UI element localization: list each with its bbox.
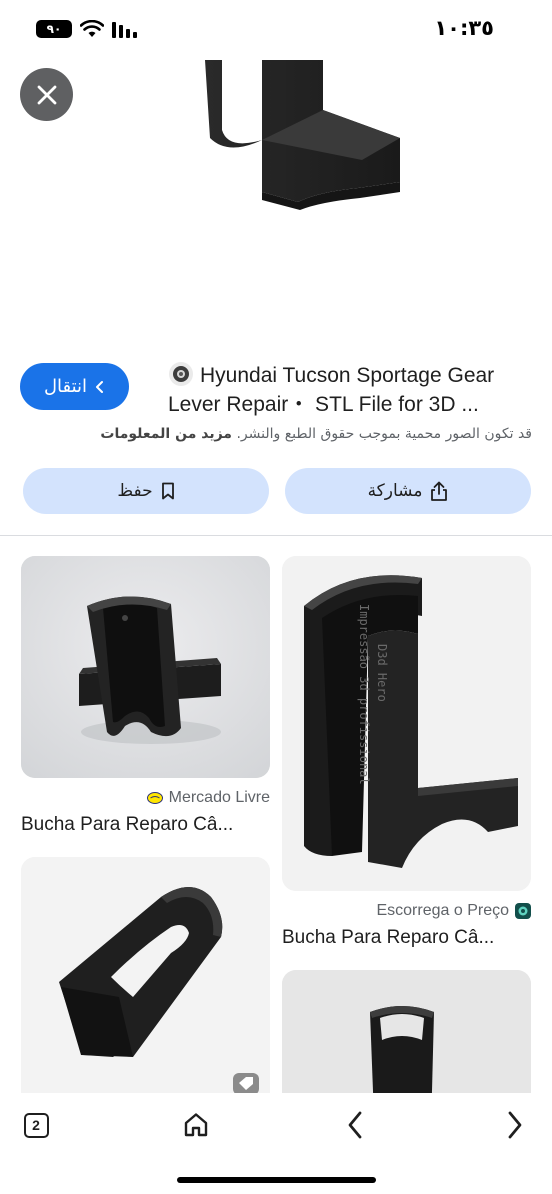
escorrega-o-preco-icon bbox=[515, 903, 531, 919]
save-button[interactable]: حفظ bbox=[23, 468, 269, 514]
save-label: حفظ bbox=[117, 481, 153, 501]
chevron-right-icon bbox=[508, 1111, 522, 1139]
watermark-line-2: Impressão 3d profissional bbox=[357, 604, 371, 785]
title-line-2: Lever Repair・ STL File for 3D ... bbox=[168, 393, 479, 416]
home-button[interactable] bbox=[172, 1105, 220, 1145]
bushing-photo bbox=[21, 857, 270, 1093]
chevron-right-icon bbox=[96, 380, 104, 393]
close-button[interactable] bbox=[20, 68, 73, 121]
hero-image[interactable] bbox=[0, 60, 552, 350]
wifi-icon bbox=[80, 20, 104, 37]
signal-icon bbox=[112, 22, 137, 38]
back-button[interactable] bbox=[331, 1105, 379, 1145]
related-card[interactable]: D3d Hero Impressão 3d profissional Escor… bbox=[282, 556, 531, 949]
share-label: مشاركة bbox=[367, 481, 423, 501]
share-button[interactable]: مشاركة bbox=[285, 468, 531, 514]
copyright-notice: قد تكون الصور محمية بموجب حقوق الطبع وال… bbox=[100, 426, 532, 442]
card-source: Escorrega o Preço bbox=[282, 901, 531, 921]
related-card[interactable]: Mercado Livre Bucha Para Reparo Câ... bbox=[21, 556, 270, 836]
close-icon bbox=[37, 85, 56, 104]
battery-icon: ٩٠ bbox=[36, 20, 72, 38]
bushing-photo bbox=[21, 556, 270, 778]
related-card[interactable] bbox=[282, 970, 531, 1093]
bushing-photo: D3d Hero Impressão 3d profissional bbox=[282, 556, 531, 891]
result-title[interactable]: Hyundai Tucson Sportage Gear Lever Repai… bbox=[168, 361, 532, 419]
tab-count: 2 bbox=[23, 1112, 49, 1138]
site-favicon-icon bbox=[169, 362, 193, 386]
copyright-text: قد تكون الصور محمية بموجب حقوق الطبع وال… bbox=[236, 426, 532, 442]
home-icon bbox=[184, 1113, 208, 1137]
source-name: Escorrega o Preço bbox=[376, 902, 509, 919]
related-card[interactable] bbox=[21, 857, 270, 1093]
watermark-line-1: D3d Hero bbox=[375, 644, 389, 702]
related-image[interactable] bbox=[21, 857, 270, 1093]
share-icon bbox=[431, 481, 448, 501]
visit-button[interactable]: انتقال bbox=[20, 363, 129, 410]
chevron-left-icon bbox=[348, 1111, 362, 1139]
related-image[interactable] bbox=[282, 970, 531, 1093]
action-row: حفظ مشاركة bbox=[23, 468, 531, 514]
divider bbox=[0, 535, 552, 536]
related-images-grid: Mercado Livre Bucha Para Reparo Câ... D3… bbox=[0, 556, 552, 1093]
bushing-photo bbox=[282, 970, 531, 1093]
visit-label: انتقال bbox=[43, 376, 88, 397]
mercado-livre-icon bbox=[146, 792, 163, 804]
status-icons: ٩٠ bbox=[36, 20, 138, 38]
status-bar: ٩٠ ١٠:٣٥ bbox=[0, 0, 552, 60]
source-name: Mercado Livre bbox=[168, 789, 270, 806]
related-image[interactable]: D3d Hero Impressão 3d profissional bbox=[282, 556, 531, 891]
card-title[interactable]: Bucha Para Reparo Câ... bbox=[282, 927, 531, 949]
related-image[interactable] bbox=[21, 556, 270, 778]
status-time: ١٠:٣٥ bbox=[434, 16, 494, 40]
gear-lever-bushing-image bbox=[205, 60, 400, 210]
learn-more-link[interactable]: مزيد من المعلومات bbox=[100, 426, 232, 442]
bookmark-icon bbox=[161, 482, 174, 500]
forward-button[interactable] bbox=[491, 1105, 539, 1145]
home-indicator[interactable] bbox=[177, 1177, 376, 1183]
card-title[interactable]: Bucha Para Reparo Câ... bbox=[21, 814, 270, 836]
image-viewer-page: ٩٠ ١٠:٣٥ انتقال Hyundai Tucson Sportage … bbox=[0, 0, 552, 1194]
title-line-1: Hyundai Tucson Sportage Gear bbox=[200, 364, 495, 387]
bottom-toolbar: 2 bbox=[0, 1093, 552, 1194]
tabs-button[interactable]: 2 bbox=[12, 1105, 60, 1145]
card-source: Mercado Livre bbox=[21, 788, 270, 808]
